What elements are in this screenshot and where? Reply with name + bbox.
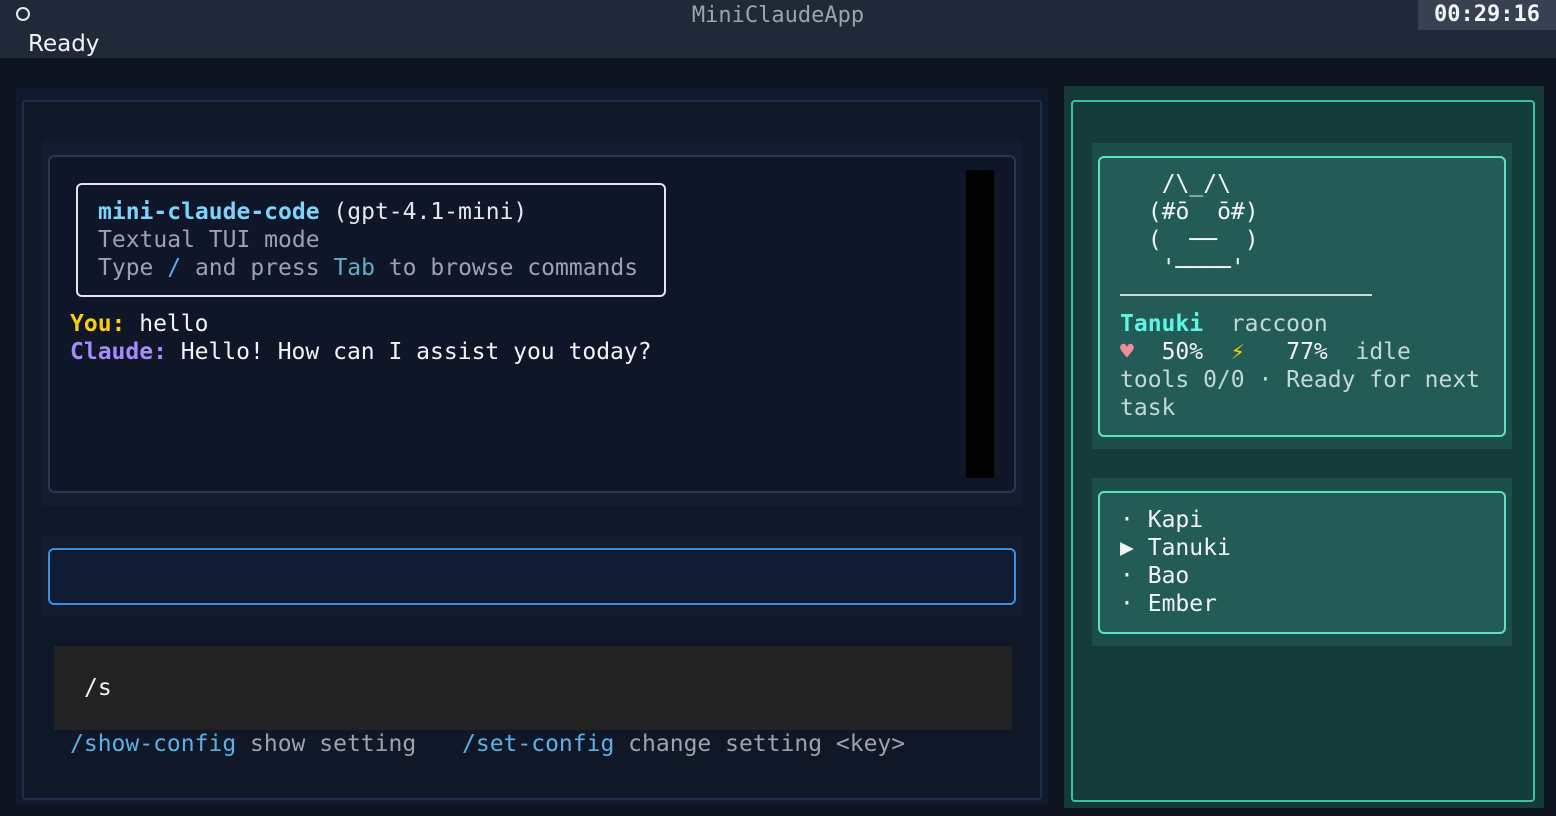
assistant-label: Claude: — [70, 339, 167, 365]
app-title: MiniClaudeApp — [691, 3, 865, 28]
pet-species: raccoon — [1230, 311, 1328, 337]
suggestion-cmd: /show-config — [70, 731, 237, 757]
pet-state: idle — [1355, 339, 1411, 365]
suggestion-desc: change setting <key> — [614, 731, 906, 757]
pet-name-line: Tanuki raccoon — [1120, 310, 1328, 338]
status-text: Ready — [28, 31, 100, 57]
status-bar: Ready — [0, 30, 1556, 58]
pet-species-gap — [1203, 311, 1231, 337]
pet-ascii-art: /\_/\ (#ō ō#) ( ── ) '────' — [1147, 171, 1259, 281]
message-user: You: hello — [70, 310, 208, 338]
pet-list-item-ember[interactable]: · Ember — [1120, 590, 1217, 618]
list-marker: · — [1120, 591, 1134, 617]
pet-list-item-tanuki[interactable]: ▶ Tanuki — [1120, 534, 1231, 562]
suggestion-desc: show setting — [236, 731, 417, 757]
model-name: (gpt-4.1-mini) — [319, 199, 528, 225]
list-item-name: Tanuki — [1147, 535, 1231, 561]
pet-tools-line-2: task — [1120, 395, 1176, 421]
welcome-mode: Textual TUI mode — [98, 227, 320, 253]
pet-tools-line: tools 0/0 · Ready for next — [1120, 367, 1481, 393]
suggestion-set-config[interactable]: /set-config change setting <key> — [462, 730, 905, 758]
command-query: /s — [84, 675, 112, 701]
user-label: You: — [70, 311, 126, 337]
command-palette — [54, 646, 1012, 730]
user-message-text: hello — [125, 311, 209, 337]
pet-list-item-kapi[interactable]: · Kapi — [1120, 506, 1203, 534]
hint-suffix: to browse commands — [374, 255, 639, 281]
chat-scrollbar[interactable] — [966, 170, 994, 478]
suggestion-show-config[interactable]: /show-config show setting — [70, 730, 416, 758]
pet-health: 50% — [1161, 339, 1204, 365]
list-item-name: Ember — [1147, 591, 1217, 617]
list-item-name: Kapi — [1147, 507, 1204, 533]
hint-prefix: Type — [98, 255, 168, 281]
clock: 00:29:16 — [1418, 0, 1556, 30]
selected-arrow-icon: ▶ — [1120, 535, 1134, 561]
title-bar: MiniClaudeApp 00:29:16 — [0, 0, 1556, 30]
pet-stats-line: ♥ 50% ⚡ 77% idle — [1120, 338, 1411, 366]
pet-divider — [1120, 294, 1372, 296]
hint-middle: and press — [181, 255, 334, 281]
heart-icon: ♥ — [1120, 339, 1134, 365]
list-marker: · — [1120, 563, 1134, 589]
chat-input[interactable] — [48, 548, 1016, 605]
pet-list-item-bao[interactable]: · Bao — [1120, 562, 1189, 590]
welcome-hint: Type / and press Tab to browse commands — [98, 254, 638, 282]
pet-energy: 77% — [1286, 339, 1328, 365]
app-name: mini-claude-code — [98, 199, 320, 225]
list-item-name: Bao — [1147, 563, 1190, 589]
bolt-icon: ⚡ — [1230, 339, 1245, 365]
pet-name: Tanuki — [1120, 311, 1204, 337]
suggestion-cmd: /set-config — [462, 731, 615, 757]
hint-tab: Tab — [333, 255, 375, 281]
hint-slash: / — [167, 255, 182, 281]
list-marker: · — [1120, 507, 1134, 533]
welcome-title-line: mini-claude-code (gpt-4.1-mini) — [98, 198, 527, 226]
assistant-message-text: Hello! How can I assist you today? — [166, 339, 652, 365]
message-assistant: Claude: Hello! How can I assist you toda… — [70, 338, 652, 366]
